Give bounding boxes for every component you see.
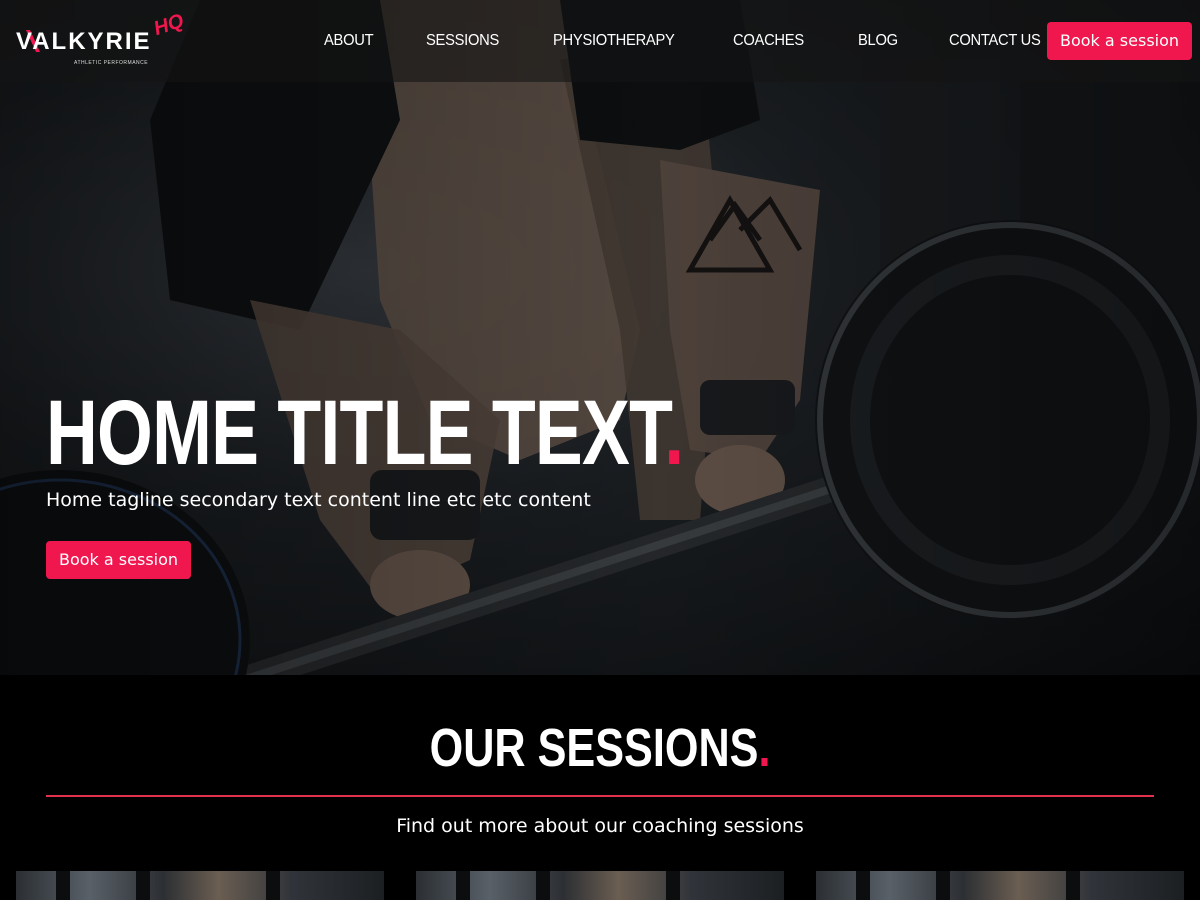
logo-hq-badge: HQ <box>151 9 187 41</box>
nav-item-sessions[interactable]: SESSIONS <box>426 32 499 50</box>
sessions-subtitle: Find out more about our coaching session… <box>396 815 804 837</box>
sessions-title-dot: . <box>758 718 771 778</box>
nav-book-session-button[interactable]: Book a session <box>1047 22 1193 60</box>
brand-logo[interactable]: VALKYRIE HQ ATHLETIC PERFORMANCE <box>16 10 188 70</box>
hero-title-text: HOME TITLE TEXT <box>46 382 665 484</box>
nav-item-physiotherapy[interactable]: PHYSIOTHERAPY <box>553 32 675 50</box>
sessions-title: OUR SESSIONS. <box>0 716 1200 780</box>
nav-item-about[interactable]: ABOUT <box>324 32 374 50</box>
session-card-image[interactable] <box>416 871 784 900</box>
sessions-divider <box>46 795 1154 797</box>
nav-item-blog[interactable]: BLOG <box>858 32 898 50</box>
main-nav: ABOUT SESSIONS PHYSIOTHERAPY COACHES BLO… <box>300 0 1073 82</box>
hero-section: HOME TITLE TEXT. Home tagline secondary … <box>0 0 1200 675</box>
navbar: VALKYRIE HQ ATHLETIC PERFORMANCE ABOUT S… <box>0 0 1200 82</box>
hero-title: HOME TITLE TEXT. <box>46 382 684 484</box>
hero-tagline: Home tagline secondary text content line… <box>46 489 591 511</box>
session-card-image[interactable] <box>816 871 1184 900</box>
nav-item-coaches[interactable]: COACHES <box>733 32 804 50</box>
sessions-title-text: OUR SESSIONS <box>429 718 759 778</box>
hero-title-dot: . <box>664 382 684 484</box>
hero-book-session-button[interactable]: Book a session <box>46 541 192 579</box>
session-card-image[interactable] <box>16 871 384 900</box>
nav-item-contact-us[interactable]: CONTACT US <box>949 32 1041 50</box>
sessions-section <box>0 675 1200 900</box>
logo-wordmark: VALKYRIE <box>16 28 152 55</box>
logo-subtitle: ATHLETIC PERFORMANCE <box>74 60 149 66</box>
